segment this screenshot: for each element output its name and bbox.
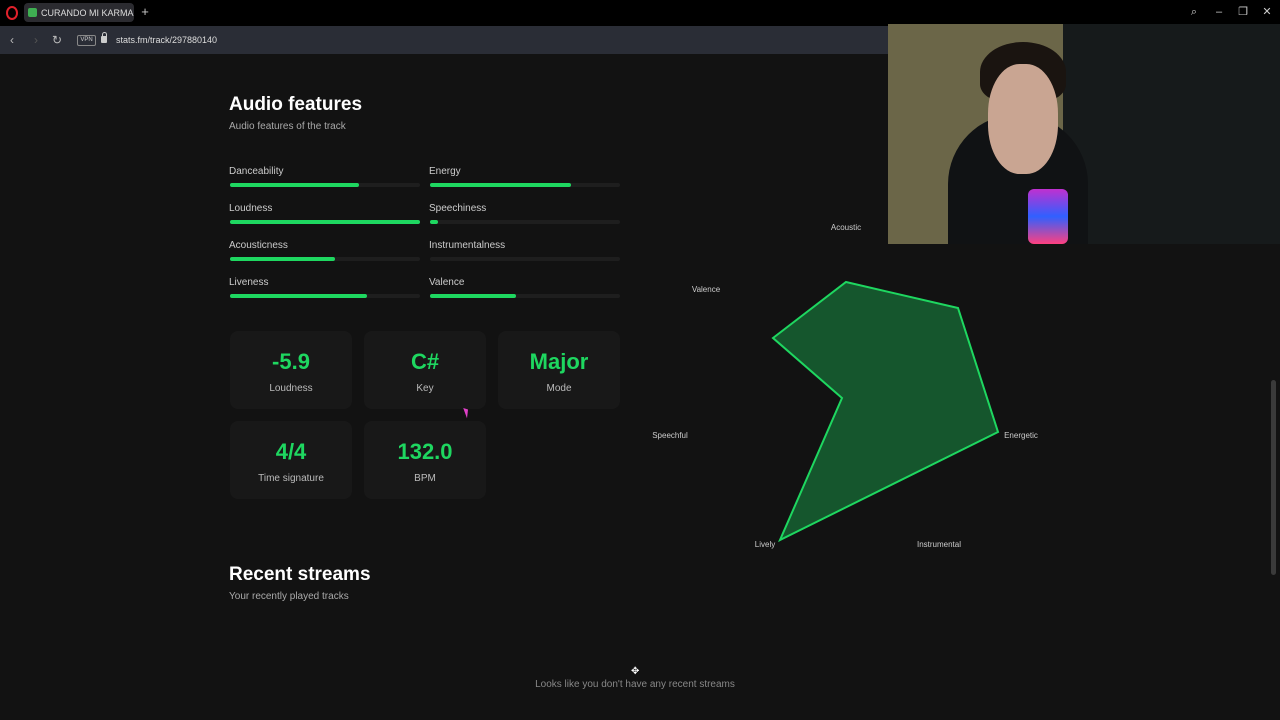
plus-icon[interactable]: + [139,5,151,19]
stat-card-mode: Major Mode [498,331,620,409]
back-icon[interactable]: ‹ [5,32,19,48]
stat-card-bpm: 132.0 BPM [364,421,486,499]
stat-card-value: 4/4 [275,439,307,464]
audio-features-subtitle: Audio features of the track [229,121,346,132]
minimize-icon[interactable]: – [1211,4,1227,20]
feature-label-loudness: Loudness [229,203,273,214]
feature-bar-instrumentalness [430,257,620,261]
forward-icon[interactable]: › [29,32,43,48]
webcam-overlay [888,24,1280,244]
feature-bar-loudness [230,220,420,224]
recent-streams-title: Recent streams [229,564,371,585]
empty-streams-message: Looks like you don't have any recent str… [535,679,735,690]
stat-card-label: Mode [546,383,572,394]
feature-bar-fill [430,294,516,298]
stat-card-value: -5.9 [272,349,310,374]
feature-bar-fill [230,294,367,298]
feature-label-speechiness: Speechiness [429,203,487,214]
stat-card-time-signature: 4/4 Time signature [230,421,352,499]
stat-card-label: BPM [414,473,436,484]
lock-icon[interactable] [101,32,107,43]
microphone-icon [1028,189,1068,244]
radar-label-valence: Valence [692,285,721,294]
search-icon[interactable]: ⌕ [1186,4,1202,20]
feature-label-energy: Energy [429,166,461,177]
feature-bar-fill [230,257,335,261]
stat-card-value: Major [529,349,589,374]
radar-label-acoustic: Acoustic [831,223,861,232]
streamer-face [988,64,1058,174]
feature-label-danceability: Danceability [229,166,284,177]
feature-bar-fill [430,183,571,187]
stat-card-loudness: -5.9 Loudness [230,331,352,409]
radar-label-speechful: Speechful [652,431,688,440]
feature-bar-acousticness [230,257,420,261]
feature-label-liveness: Liveness [229,277,269,288]
feature-bar-danceability [230,183,420,187]
feature-bar-valence [430,294,620,298]
browser-tab[interactable]: CURANDO MI KARMA, a... [24,3,134,22]
feature-label-acousticness: Acousticness [229,240,288,251]
browser-tab-bar: CURANDO MI KARMA, a... + ⌕ – ❐ ✕ [0,0,1280,26]
stat-card-label: Time signature [258,473,324,484]
stat-card-key: C# Key [364,331,486,409]
feature-bar-fill [430,220,438,224]
stat-card-label: Key [416,383,434,394]
feature-label-valence: Valence [429,277,465,288]
stat-card-value: 132.0 [397,439,453,464]
page-scrollbar[interactable] [1271,380,1276,575]
tab-favicon-icon [28,8,37,17]
url-field[interactable]: stats.fm/track/297880140 [116,35,217,45]
tab-title: CURANDO MI KARMA, a... [41,7,134,18]
feature-bar-fill [230,220,420,224]
feature-bar-liveness [230,294,420,298]
opera-logo-icon[interactable] [6,6,18,20]
feature-label-instrumentalness: Instrumentalness [429,240,506,251]
feature-bar-fill [230,183,360,187]
radar-label-energetic: Energetic [1004,431,1038,440]
reload-icon[interactable]: ↻ [50,32,64,48]
radar-label-instrumental: Instrumental [917,540,961,549]
audio-features-title: Audio features [229,94,363,115]
stat-card-value: C# [410,349,440,374]
radar-shape [771,280,1000,543]
stat-card-label: Loudness [269,383,313,394]
close-icon[interactable]: ✕ [1259,4,1275,20]
feature-bar-energy [430,183,620,187]
move-cursor-icon: ✥ [631,666,640,677]
feature-bar-speechiness [430,220,620,224]
restore-icon[interactable]: ❐ [1235,4,1251,20]
vpn-badge[interactable]: VPN [77,35,96,46]
recent-streams-subtitle: Your recently played tracks [229,591,349,602]
radar-label-lively: Lively [755,540,775,549]
